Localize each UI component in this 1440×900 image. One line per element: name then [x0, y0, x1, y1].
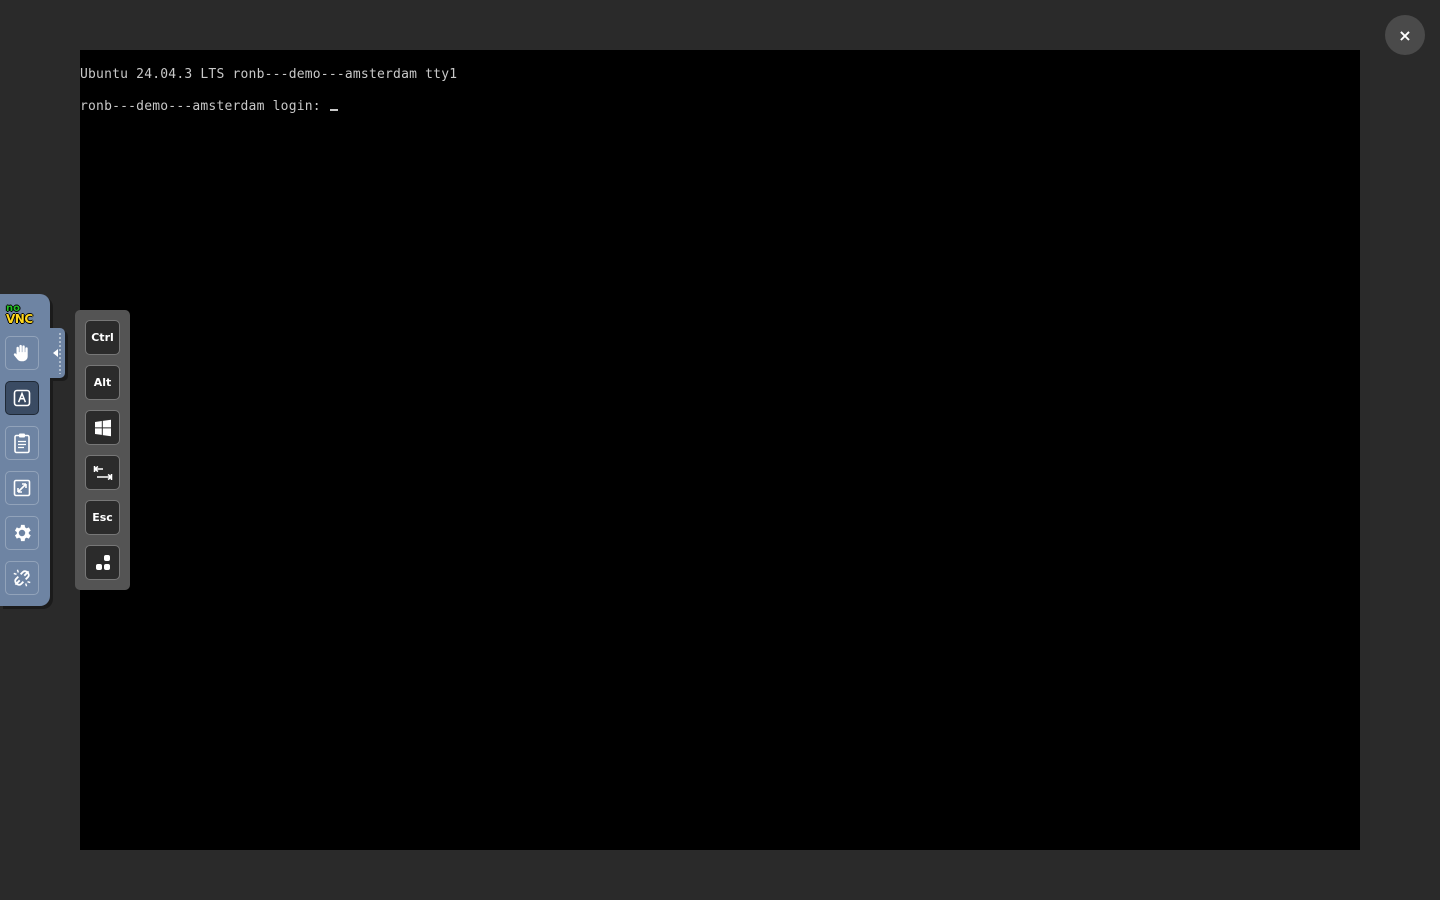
control-bar-handle[interactable]: [50, 328, 65, 378]
clipboard-button[interactable]: [5, 426, 39, 460]
collapse-arrow-icon: [53, 349, 58, 357]
close-button[interactable]: ×: [1385, 15, 1425, 55]
disconnect-button[interactable]: [5, 561, 39, 595]
alt-key-button[interactable]: Alt: [85, 365, 120, 400]
novnc-logo: no VNC: [4, 302, 42, 328]
logo-vnc-text: VNC: [6, 312, 33, 326]
close-icon: ×: [1398, 25, 1412, 45]
ctrl-key-label: Ctrl: [91, 331, 114, 344]
control-bar: no VNC: [0, 294, 50, 606]
disconnect-icon: [13, 569, 31, 587]
terminal-cursor: [329, 109, 338, 111]
settings-button[interactable]: [5, 516, 39, 550]
hand-drag-icon: [13, 344, 28, 362]
alt-key-label: Alt: [93, 376, 112, 389]
novnc-page: Ubuntu 24.04.3 LTS ronb---demo---amsterd…: [0, 0, 1440, 900]
fullscreen-button[interactable]: [5, 471, 39, 505]
gear-icon: [14, 524, 31, 542]
ctrl-alt-del-icon: [95, 554, 110, 570]
grip-dots-icon: [59, 332, 61, 374]
drag-viewport-button[interactable]: [5, 336, 39, 370]
extra-keys-panel: Ctrl Alt Esc: [75, 310, 130, 590]
ctrl-alt-del-button[interactable]: [85, 545, 120, 580]
windows-key-icon: [94, 419, 111, 436]
terminal-banner-line: Ubuntu 24.04.3 LTS ronb---demo---amsterd…: [80, 67, 457, 82]
keyboard-icon: [13, 389, 31, 407]
esc-key-label: Esc: [92, 511, 113, 524]
esc-key-button[interactable]: Esc: [85, 500, 120, 535]
keyboard-button[interactable]: [5, 381, 39, 415]
tab-key-icon: [93, 465, 112, 480]
terminal-login-prompt: ronb---demo---amsterdam login:: [80, 99, 338, 114]
clipboard-icon: [14, 433, 30, 454]
ctrl-key-button[interactable]: Ctrl: [85, 320, 120, 355]
windows-key-button[interactable]: [85, 410, 120, 445]
fullscreen-icon: [13, 479, 31, 497]
tab-key-button[interactable]: [85, 455, 120, 490]
login-prompt-text: ronb---demo---amsterdam login:: [80, 99, 329, 114]
vnc-screen[interactable]: Ubuntu 24.04.3 LTS ronb---demo---amsterd…: [80, 50, 1360, 850]
terminal-banner-text: Ubuntu 24.04.3 LTS ronb---demo---amsterd…: [80, 67, 458, 82]
